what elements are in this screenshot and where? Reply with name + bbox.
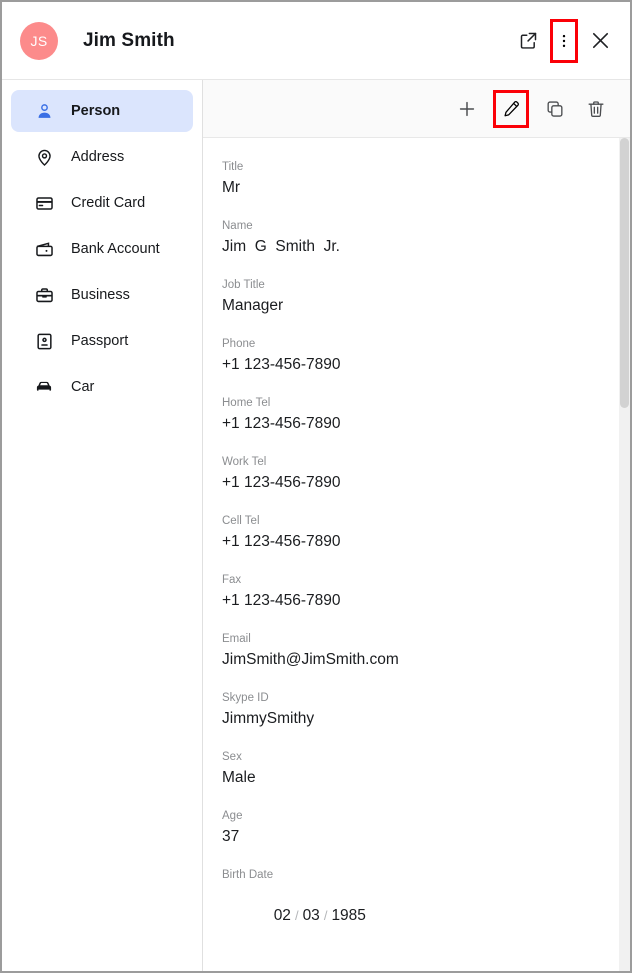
field-label: Skype ID: [222, 692, 269, 704]
field-value[interactable]: +1 123-456-7890: [222, 591, 630, 611]
field-home-tel: Home Tel +1 123-456-7890: [222, 396, 630, 434]
sidebar-item-label: Business: [71, 287, 130, 303]
sidebar-item-credit-card[interactable]: Credit Card: [11, 182, 193, 224]
copy-icon[interactable]: [540, 94, 570, 124]
more-options-highlight-box[interactable]: [550, 18, 578, 63]
field-phone: Phone +1 123-456-7890: [222, 337, 630, 375]
field-label: Cell Tel: [222, 515, 260, 527]
field-birth-date: Birth Date 02/03/1985: [222, 868, 630, 946]
field-label: Birth Date: [222, 869, 274, 881]
field-value[interactable]: 02/03/1985: [222, 886, 630, 946]
content-panel: Title Mr Name Jim G Smith Jr. Job Title …: [203, 80, 630, 971]
field-label: Sex: [222, 751, 242, 763]
field-value[interactable]: +1 123-456-7890: [222, 473, 630, 493]
header-actions: [514, 18, 614, 63]
contact-detail-window: JS Jim Smith Person Address Credit Card …: [0, 0, 632, 973]
field-skype-id: Skype ID JimmySmithy: [222, 691, 630, 729]
field-label: Age: [222, 810, 243, 822]
field-value[interactable]: JimSmith@JimSmith.com: [222, 650, 630, 670]
field-label: Home Tel: [222, 397, 271, 409]
field-value[interactable]: +1 123-456-7890: [222, 532, 630, 552]
date-separator: /: [294, 908, 299, 923]
edit-highlight-box[interactable]: [493, 89, 529, 128]
window-body: Person Address Credit Card Bank Account …: [2, 80, 630, 971]
sidebar-item-passport[interactable]: Passport: [11, 320, 193, 362]
field-value[interactable]: Male: [222, 768, 630, 788]
field-value[interactable]: +1 123-456-7890: [222, 355, 630, 375]
sidebar: Person Address Credit Card Bank Account …: [2, 80, 203, 971]
field-value[interactable]: Manager: [222, 296, 630, 316]
car-icon: [33, 376, 55, 398]
field-label: Work Tel: [222, 456, 267, 468]
id-card-icon: [33, 330, 55, 352]
field-cell-tel: Cell Tel +1 123-456-7890: [222, 514, 630, 552]
vertical-scrollbar[interactable]: [619, 138, 630, 971]
more-options-icon: [562, 34, 566, 47]
sidebar-item-label: Person: [71, 103, 121, 119]
field-email: Email JimSmith@JimSmith.com: [222, 632, 630, 670]
field-fax: Fax +1 123-456-7890: [222, 573, 630, 611]
birth-date-day[interactable]: 03: [303, 907, 320, 924]
date-separator: /: [323, 908, 328, 923]
field-value[interactable]: +1 123-456-7890: [222, 414, 630, 434]
sidebar-item-label: Passport: [71, 333, 129, 349]
sidebar-item-address[interactable]: Address: [11, 136, 193, 178]
sidebar-item-car[interactable]: Car: [11, 366, 193, 408]
scrollbar-thumb[interactable]: [620, 138, 629, 408]
field-label: Fax: [222, 574, 242, 586]
field-age: Age 37: [222, 809, 630, 847]
field-label: Name: [222, 220, 253, 232]
birth-date-month[interactable]: 02: [274, 907, 291, 924]
page-title: Jim Smith: [83, 29, 175, 51]
location-pin-icon: [33, 146, 55, 168]
field-title: Title Mr: [222, 160, 630, 198]
plus-icon[interactable]: [452, 94, 482, 124]
sidebar-item-label: Car: [71, 379, 95, 395]
credit-card-icon: [33, 192, 55, 214]
close-icon[interactable]: [586, 27, 614, 55]
briefcase-icon: [33, 284, 55, 306]
person-fields: Title Mr Name Jim G Smith Jr. Job Title …: [203, 138, 630, 971]
avatar: JS: [20, 21, 58, 60]
field-work-tel: Work Tel +1 123-456-7890: [222, 455, 630, 493]
sidebar-item-label: Credit Card: [71, 195, 146, 211]
pencil-icon: [503, 101, 519, 117]
field-name: Name Jim G Smith Jr.: [222, 219, 630, 257]
birth-date-year[interactable]: 1985: [331, 907, 365, 924]
person-icon: [33, 100, 55, 122]
sidebar-item-business[interactable]: Business: [11, 274, 193, 316]
avatar-initials: JS: [30, 32, 48, 49]
wallet-icon: [33, 238, 55, 260]
window-header: JS Jim Smith: [2, 2, 630, 80]
field-label: Email: [222, 633, 251, 645]
sidebar-item-bank-account[interactable]: Bank Account: [11, 228, 193, 270]
field-label: Phone: [222, 338, 256, 350]
field-label: Job Title: [222, 279, 265, 291]
sidebar-item-person[interactable]: Person: [11, 90, 193, 132]
field-value[interactable]: Mr: [222, 178, 630, 198]
field-value[interactable]: Jim G Smith Jr.: [222, 237, 630, 257]
field-value[interactable]: 37: [222, 827, 630, 847]
field-label: Title: [222, 161, 244, 173]
field-sex: Sex Male: [222, 750, 630, 788]
sidebar-item-label: Address: [71, 149, 125, 165]
sidebar-item-label: Bank Account: [71, 241, 160, 257]
record-toolbar: [203, 80, 630, 138]
open-external-icon[interactable]: [514, 27, 542, 55]
field-job-title: Job Title Manager: [222, 278, 630, 316]
field-value[interactable]: JimmySmithy: [222, 709, 630, 729]
trash-icon[interactable]: [581, 94, 611, 124]
